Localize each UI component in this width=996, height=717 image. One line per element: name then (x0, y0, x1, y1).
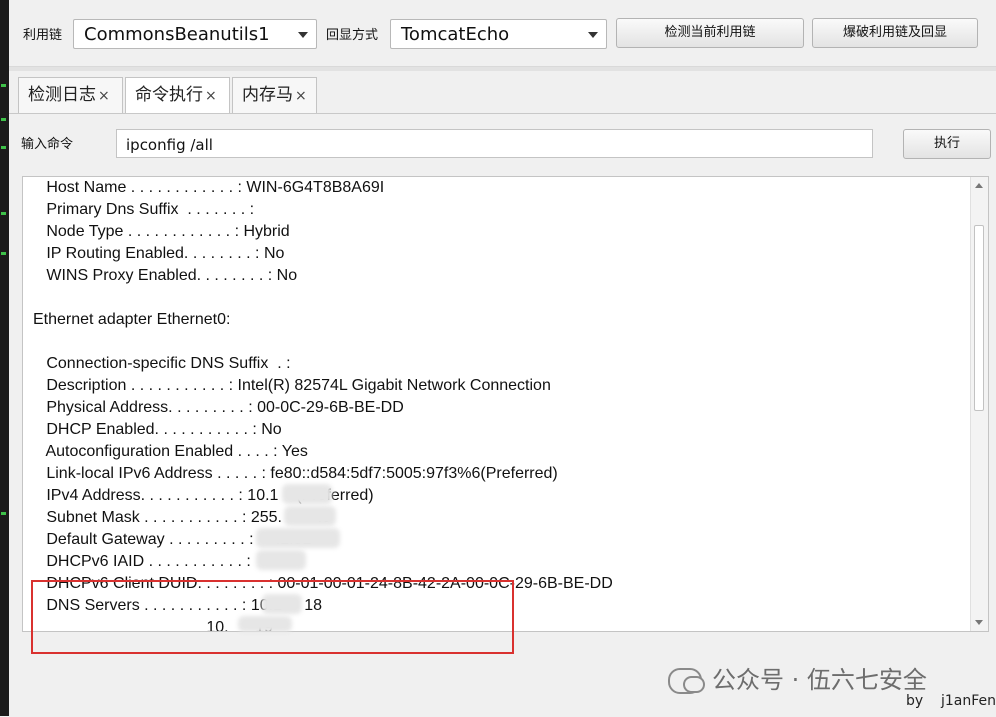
tab-detect-log[interactable]: 检测日志 × (18, 77, 123, 113)
redaction-blur (282, 484, 332, 504)
execute-button[interactable]: 执行 (903, 129, 991, 159)
output-line: WINS Proxy Enabled. . . . . . . . : No (33, 267, 298, 284)
redaction-blur (256, 528, 340, 548)
output-line: Autoconfiguration Enabled . . . . : Yes (33, 443, 308, 460)
tab-label: 命令执行 (135, 85, 203, 105)
tab-label: 检测日志 (28, 85, 96, 105)
scroll-up-icon[interactable] (975, 183, 983, 188)
chevron-down-icon (588, 32, 598, 38)
output-line: Primary Dns Suffix . . . . . . . : (33, 201, 255, 218)
command-output[interactable]: Host Name . . . . . . . . . . . . : WIN-… (22, 176, 989, 632)
watermark: 公众号 · 伍六七安全 (668, 660, 927, 695)
redaction-blur (256, 550, 306, 570)
echo-select-value: TomcatEcho (401, 24, 510, 45)
output-line: Description . . . . . . . . . . . : Inte… (33, 377, 551, 394)
toolbar-divider (9, 67, 996, 71)
watermark-text: 公众号 · 伍六七安全 (712, 666, 927, 694)
tab-memshell[interactable]: 内存马 × (232, 77, 317, 113)
chain-label: 利用链 (23, 28, 63, 43)
output-line: Host Name . . . . . . . . . . . . : WIN-… (33, 179, 385, 196)
close-icon[interactable]: × (98, 88, 110, 104)
echo-label: 回显方式 (326, 28, 379, 43)
tab-command-exec[interactable]: 命令执行 × (125, 77, 230, 113)
output-line: DHCPv6 IAID . . . . . . . . . . . : (33, 553, 251, 570)
output-line: Connection-specific DNS Suffix . : (33, 355, 291, 372)
output-line: Link-local IPv6 Address . . . . . : fe80… (33, 465, 558, 482)
wechat-icon (668, 668, 705, 694)
vertical-scrollbar[interactable] (970, 177, 988, 631)
output-line: IP Routing Enabled. . . . . . . . : No (33, 245, 285, 262)
highlight-box (31, 580, 514, 654)
output-line: Physical Address. . . . . . . . . : 00-0… (33, 399, 404, 416)
scrollbar-thumb[interactable] (974, 225, 984, 411)
command-input[interactable]: ipconfig /all (116, 129, 873, 158)
bruteforce-chain-button[interactable]: 爆破利用链及回显 (812, 18, 978, 48)
detect-chain-button[interactable]: 检测当前利用链 (616, 18, 804, 48)
close-icon[interactable]: × (205, 88, 217, 104)
tab-label: 内存马 (242, 85, 293, 105)
chain-select[interactable]: CommonsBeanutils1 (73, 19, 317, 49)
chevron-down-icon (298, 32, 308, 38)
output-lines: Host Name . . . . . . . . . . . . : WIN-… (33, 177, 613, 631)
redaction-blur (284, 506, 336, 526)
chain-select-value: CommonsBeanutils1 (84, 24, 270, 45)
scroll-down-icon[interactable] (975, 620, 983, 625)
close-icon[interactable]: × (295, 88, 307, 104)
echo-select[interactable]: TomcatEcho (390, 19, 607, 49)
output-line: DHCP Enabled. . . . . . . . . . . : No (33, 421, 282, 438)
output-line: Ethernet adapter Ethernet0: (33, 311, 231, 328)
author-byline: by j1anFen (906, 693, 996, 709)
background-terminal-strip (0, 0, 9, 716)
command-label: 输入命令 (21, 137, 74, 152)
output-line: Node Type . . . . . . . . . . . . : Hybr… (33, 223, 290, 240)
